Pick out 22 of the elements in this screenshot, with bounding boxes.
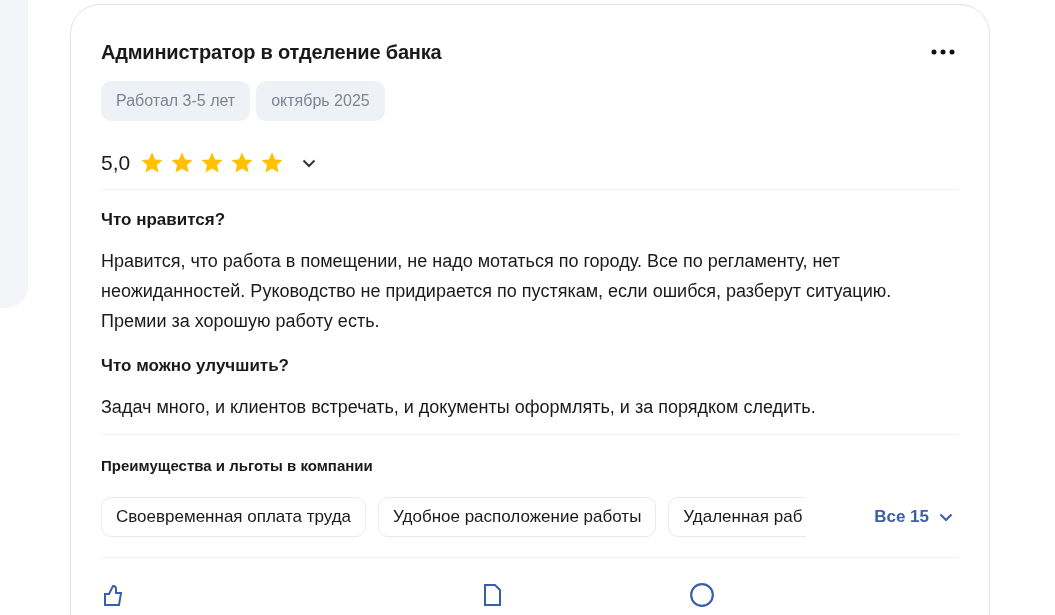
benefits-heading: Преимущества и льготы в компании <box>101 456 374 476</box>
star-icon <box>230 151 255 175</box>
more-icon[interactable] <box>931 49 955 55</box>
section-text: Нравится, что работа в помещении, не надо мотаться по городу. Все по регламенту, нет неожиданностей. Руководство не придирается по пустякам, если ошибся, разберут ситуацию. Премии за хорошую работу есть. <box>101 250 893 333</box>
circle-icon[interactable] <box>689 582 715 608</box>
show-all-button[interactable]: Все 15 <box>874 507 959 527</box>
section-heading: Что нравится? <box>101 209 227 231</box>
benefit-chip: Удаленная раб <box>668 497 807 537</box>
thumb-icon[interactable] <box>101 583 125 607</box>
tag: Работал 3-5 лет <box>101 81 251 121</box>
rating-value: 5,0 <box>101 151 131 175</box>
tag: октябрь 2025 <box>256 81 385 121</box>
star-icon <box>260 151 285 175</box>
star-icon <box>170 151 195 175</box>
review-title: Администратор в отделение банка <box>101 40 442 64</box>
chevron-down-icon <box>939 512 953 522</box>
benefit-chip: Удобное расположение работы <box>378 497 657 537</box>
star-icon <box>140 151 165 175</box>
section-text: Задач много, и клиентов встречать, и документы оформлять, и за порядком следить. <box>101 396 817 419</box>
benefit-chip: Своевременная оплата труда <box>101 497 367 537</box>
section-heading: Что можно улучшить? <box>101 355 290 377</box>
star-icon <box>200 151 225 175</box>
